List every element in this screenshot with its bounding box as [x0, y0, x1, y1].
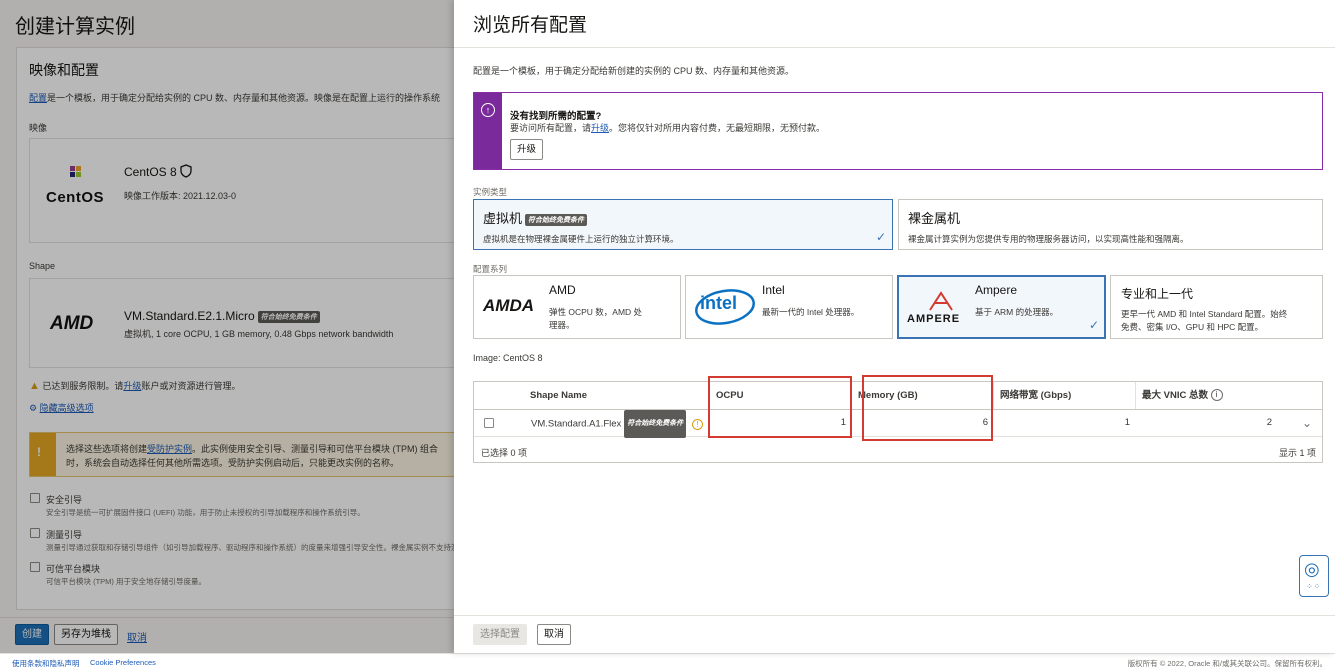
ampere-family-title: Ampere: [975, 283, 1018, 297]
image-line: Image: CentOS 8: [473, 353, 543, 363]
memory-highlight-box: [862, 375, 993, 441]
copyright: 版权所有 © 2022, Oracle 和/或其关联公司。保留所有权利。: [1127, 659, 1327, 668]
modal-overlay: [0, 0, 454, 653]
vm-free-badge: 符合始终免费条件: [525, 213, 588, 226]
specialty-family-desc2: 免费、密集 I/O、GPU 和 HPC 配置。: [1121, 322, 1264, 332]
help-widget[interactable]: ◎ ⁘⁘: [1299, 555, 1329, 597]
browse-shapes-panel: 浏览所有配置 配置是一个模板，用于确定分配给新创建的实例的 CPU 数、内存量和…: [454, 0, 1335, 653]
intel-logo-text: intel: [700, 293, 738, 313]
series-label: 配置系列: [473, 264, 508, 274]
bm-desc: 裸金属计算实例为您提供专用的物理服务器访问，以实现高性能和强隔离。: [908, 234, 1189, 244]
upload-circle-icon: ↑: [481, 103, 495, 117]
row-vnic: 2: [1266, 417, 1272, 428]
intel-family-desc: 最新一代的 Intel 处理器。: [762, 307, 860, 317]
amd-family-logo: AMDA: [483, 296, 534, 315]
grid-icon: ⁘⁘: [1306, 582, 1322, 591]
shown-count: 显示 1 项: [1278, 448, 1316, 458]
expand-chevron-icon[interactable]: ⌄: [1302, 410, 1312, 436]
amd-family-desc2: 理器。: [549, 320, 575, 330]
row-free-badge: 符合始终免费条件: [624, 410, 687, 438]
row-shape-name: VM.Standard.A1.Flex: [531, 418, 622, 430]
info-text-b: 。您将仅针对所用内容付费，无最短期限，无预付款。: [609, 123, 826, 133]
cookie-link[interactable]: Cookie Preferences: [90, 658, 156, 667]
vm-desc: 虚拟机是在物理裸金属硬件上运行的独立计算环境。: [483, 234, 679, 244]
vm-title: 虚拟机: [483, 211, 523, 226]
ampere-logo-text: AMPERE: [907, 313, 961, 325]
instance-type-label: 实例类型: [473, 187, 508, 197]
panel-action-bar: [454, 615, 1335, 653]
row-bandwidth: 1: [1124, 417, 1130, 428]
panel-title: 浏览所有配置: [473, 15, 588, 36]
lifebuoy-icon: ◎: [1304, 559, 1320, 579]
header-max-vnic-label: 最大 VNIC 总数: [1142, 390, 1208, 401]
selected-count: 已选择 0 项: [481, 448, 528, 458]
table-row[interactable]: VM.Standard.A1.Flex 符合始终免费条件 !: [531, 410, 703, 438]
amd-family-desc1: 弹性 OCPU 数，AMD 处: [549, 307, 643, 317]
header-bandwidth[interactable]: 网络带宽 (Gbps): [994, 382, 1136, 409]
ampere-family-desc: 基于 ARM 的处理器。: [975, 307, 1059, 317]
ampere-selected-check-icon: ✓: [1089, 318, 1100, 332]
panel-cancel-button[interactable]: 取消: [537, 624, 571, 645]
info-text-a: 要访问所有配置，请: [510, 123, 592, 133]
header-shape-name[interactable]: Shape Name: [524, 382, 710, 409]
info-upgrade-link[interactable]: 升级: [591, 123, 609, 133]
ocpu-highlight-box: [708, 376, 852, 438]
terms-link[interactable]: 使用条款和隐私声明: [12, 658, 80, 669]
panel-intro: 配置是一个模板，用于确定分配给新创建的实例的 CPU 数、内存量和其他资源。: [473, 66, 795, 76]
ampere-logo-icon: [926, 290, 956, 315]
specialty-family-title: 专业和上一代: [1121, 287, 1194, 301]
intel-family-title: Intel: [762, 283, 785, 297]
vm-selected-check-icon: ✓: [876, 230, 887, 244]
footer: 使用条款和隐私声明 Cookie Preferences 版权所有 © 2022…: [0, 653, 1335, 671]
specialty-family-desc1: 更早一代 AMD 和 Intel Standard 配置。始终: [1121, 309, 1288, 319]
select-shape-button[interactable]: 选择配置: [473, 624, 527, 645]
amd-family-title: AMD: [549, 283, 576, 297]
app-root: 创建计算实例 映像和配置 配置是一个模板，用于确定分配给实例的 CPU 数、内存…: [0, 0, 1335, 671]
header-max-vnic[interactable]: 最大 VNIC 总数 i: [1136, 382, 1322, 409]
row-warning-icon: !: [691, 418, 703, 430]
bm-title: 裸金属机: [908, 211, 961, 226]
info-icon[interactable]: i: [1210, 389, 1223, 402]
row-checkbox[interactable]: [484, 418, 494, 428]
info-title: 没有找到所需的配置?: [510, 111, 602, 122]
info-upgrade-button[interactable]: 升级: [510, 139, 544, 160]
select-header: [474, 382, 524, 409]
